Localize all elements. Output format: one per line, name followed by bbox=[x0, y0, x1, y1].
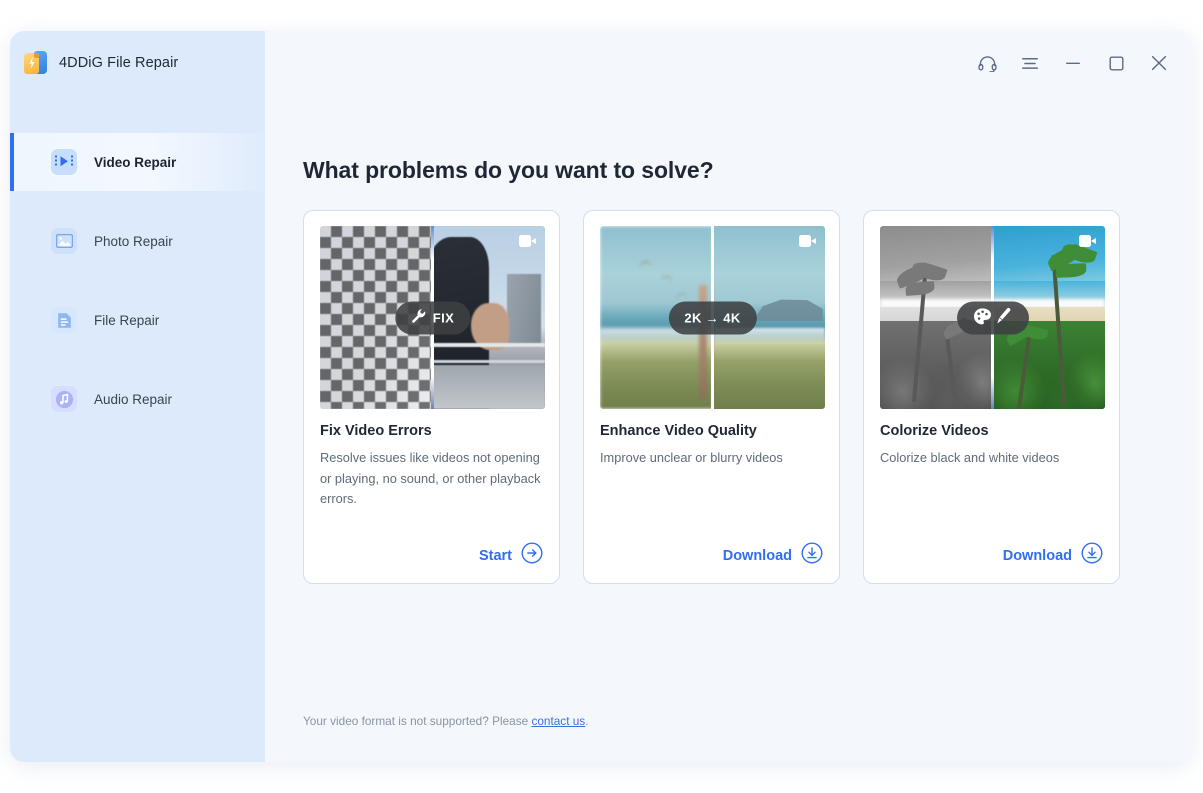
video-repair-icon bbox=[51, 149, 77, 175]
media-badge-colorize bbox=[956, 301, 1029, 334]
unsupported-format-note: Your video format is not supported? Plea… bbox=[303, 714, 1192, 728]
card-action-label: Download bbox=[1002, 547, 1072, 564]
sidebar-item-label: Photo Repair bbox=[94, 233, 173, 249]
card-description: Colorize black and white videos bbox=[880, 450, 1060, 465]
media-badge-fix: FIX bbox=[394, 301, 471, 334]
card-media-preview: FIX bbox=[320, 226, 545, 409]
card-title: Enhance Video Quality bbox=[600, 423, 757, 439]
video-camera-icon bbox=[1079, 235, 1096, 247]
arrow-right-circle-icon bbox=[521, 542, 543, 569]
sidebar-item-label: Video Repair bbox=[94, 154, 177, 170]
feature-card-enhance-video-quality[interactable]: 2K → 4K Enhance Video Quality Improve un… bbox=[583, 210, 840, 584]
minimize-icon[interactable] bbox=[1062, 52, 1084, 74]
titlebar bbox=[265, 31, 1192, 95]
download-button[interactable]: Download bbox=[880, 542, 1103, 569]
card-description: Resolve issues like videos not opening o… bbox=[320, 450, 541, 507]
palette-brush-icon bbox=[973, 307, 1013, 328]
download-circle-icon bbox=[801, 542, 823, 569]
file-repair-icon bbox=[51, 307, 77, 333]
audio-repair-icon bbox=[51, 386, 77, 412]
sidebar-item-video-repair[interactable]: Video Repair bbox=[10, 133, 265, 191]
sidebar: 4DDiG File Repair Video Repair Photo Rep… bbox=[10, 31, 265, 762]
sidebar-item-audio-repair[interactable]: Audio Repair bbox=[10, 370, 265, 428]
download-circle-icon bbox=[1081, 542, 1103, 569]
main-content: What problems do you want to solve? FIX … bbox=[265, 31, 1192, 762]
media-badge-text: FIX bbox=[432, 310, 455, 325]
media-badge-resolution: 2K → 4K bbox=[668, 301, 757, 334]
sidebar-item-label: Audio Repair bbox=[94, 391, 173, 407]
video-camera-icon bbox=[519, 235, 536, 247]
feature-card-fix-video-errors[interactable]: FIX Fix Video Errors Resolve issues like… bbox=[303, 210, 560, 584]
download-button[interactable]: Download bbox=[600, 542, 823, 569]
app-logo-icon bbox=[24, 50, 48, 76]
photo-repair-icon bbox=[51, 228, 77, 254]
video-camera-icon bbox=[799, 235, 816, 247]
media-badge-text: 2K → 4K bbox=[684, 310, 741, 325]
sidebar-item-label: File Repair bbox=[94, 312, 160, 328]
sidebar-item-file-repair[interactable]: File Repair bbox=[10, 291, 265, 349]
app-window: 4DDiG File Repair Video Repair Photo Rep… bbox=[10, 31, 1192, 762]
page-title: What problems do you want to solve? bbox=[303, 157, 714, 183]
feature-card-colorize-videos[interactable]: Colorize Videos Colorize black and white… bbox=[863, 210, 1120, 584]
card-media-preview: 2K → 4K bbox=[600, 226, 825, 409]
menu-icon[interactable] bbox=[1019, 52, 1041, 74]
app-brand: 4DDiG File Repair bbox=[10, 31, 265, 95]
support-headset-icon[interactable] bbox=[976, 52, 998, 74]
footer-text-before: Your video format is not supported? Plea… bbox=[303, 714, 532, 728]
card-media-preview bbox=[880, 226, 1105, 409]
maximize-icon[interactable] bbox=[1105, 52, 1127, 74]
card-action-label: Download bbox=[722, 547, 792, 564]
feature-card-list: FIX Fix Video Errors Resolve issues like… bbox=[303, 210, 1192, 584]
card-description: Improve unclear or blurry videos bbox=[600, 450, 783, 465]
card-title: Fix Video Errors bbox=[320, 423, 432, 439]
sidebar-nav: Video Repair Photo Repair File Repair Au… bbox=[10, 133, 265, 449]
wrench-icon bbox=[411, 309, 426, 327]
card-action-label: Start bbox=[478, 547, 512, 564]
app-title: 4DDiG File Repair bbox=[59, 55, 179, 71]
start-button[interactable]: Start bbox=[320, 542, 543, 569]
contact-us-link[interactable]: contact us bbox=[531, 714, 585, 728]
sidebar-item-photo-repair[interactable]: Photo Repair bbox=[10, 212, 265, 270]
close-icon[interactable] bbox=[1148, 52, 1170, 74]
card-title: Colorize Videos bbox=[880, 423, 989, 439]
footer-text-after: . bbox=[585, 714, 589, 728]
